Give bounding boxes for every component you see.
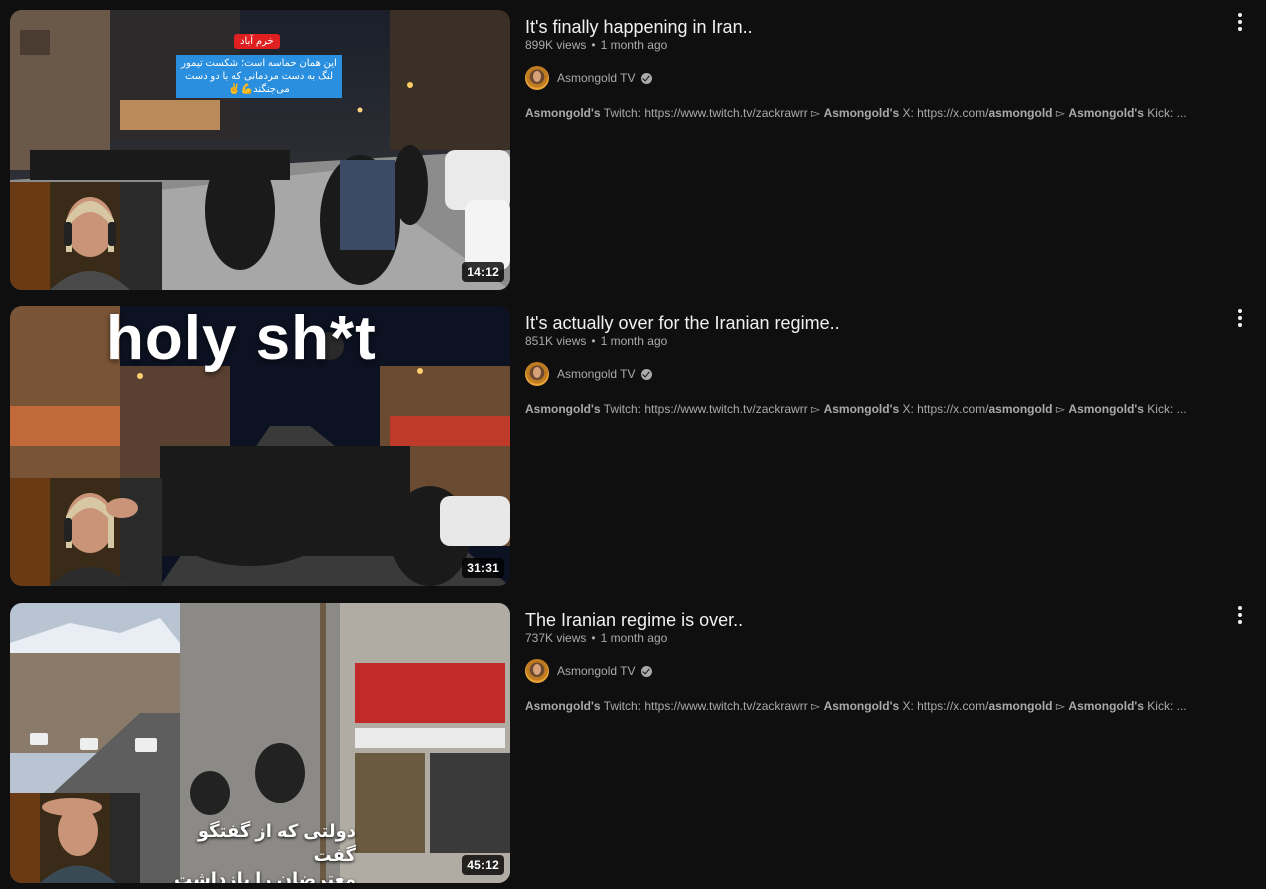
caption-line: دولتی که از گفتگو گفت xyxy=(197,821,356,865)
desc-text: X: https://x.com/ xyxy=(899,699,989,713)
video-stats: 899K views • 1 month ago xyxy=(525,38,667,52)
video-description-snippet: Asmongold's Twitch: https://www.twitch.t… xyxy=(525,106,1187,120)
streamer-camera-inset xyxy=(10,478,162,586)
desc-bold: Asmongold's xyxy=(1068,699,1144,713)
desc-text: Kick: ... xyxy=(1143,106,1187,120)
channel-name[interactable]: Asmongold TV xyxy=(557,664,636,678)
streamer-camera-inset xyxy=(10,793,140,883)
desc-bold: Asmongold's xyxy=(525,402,601,416)
desc-text: Twitch: https://www.twitch.tv/zackrawrr … xyxy=(600,402,824,416)
desc-bold: Asmongold's xyxy=(823,106,900,120)
video-result[interactable]: خرم آباد این همان حماسه است؛ شکست تیمور … xyxy=(10,10,1256,290)
video-result[interactable]: دولتی که از گفتگو گفت معترضان را بازداشت… xyxy=(10,603,1256,883)
video-thumbnail[interactable]: دولتی که از گفتگو گفت معترضان را بازداشت… xyxy=(10,603,510,883)
avatar[interactable] xyxy=(525,659,549,683)
desc-text: Kick: ... xyxy=(1143,699,1187,713)
desc-text: Kick: ... xyxy=(1143,402,1187,416)
separator-dot: • xyxy=(591,631,596,645)
location-label: خرم آباد xyxy=(234,34,280,49)
channel-link[interactable]: Asmongold TV xyxy=(525,66,652,90)
avatar[interactable] xyxy=(525,66,549,90)
verified-check-icon xyxy=(640,368,652,380)
separator-dot: • xyxy=(591,334,596,348)
caption-line: معترضان را بازداشت کرد xyxy=(174,869,356,883)
desc-text: Twitch: https://www.twitch.tv/zackrawrr … xyxy=(600,699,824,713)
thumbnail-caption: این همان حماسه است؛ شکست تیمور لنگ به دس… xyxy=(176,55,342,98)
duration-badge: 45:12 xyxy=(462,855,504,875)
desc-bold: asmongold xyxy=(988,106,1053,120)
duration-badge: 14:12 xyxy=(462,262,504,282)
video-thumbnail[interactable]: holy sh*t 31:31 xyxy=(10,306,510,586)
channel-link[interactable]: Asmongold TV xyxy=(525,362,652,386)
more-actions-icon[interactable] xyxy=(1228,603,1252,627)
avatar[interactable] xyxy=(525,362,549,386)
video-title[interactable]: It's actually over for the Iranian regim… xyxy=(525,310,840,336)
thumbnail-caption: دولتی که از گفتگو گفت معترضان را بازداشت… xyxy=(156,819,356,883)
upload-age: 1 month ago xyxy=(600,334,668,348)
desc-bold: Asmongold's xyxy=(823,402,900,416)
upload-age: 1 month ago xyxy=(600,38,668,52)
view-count: 899K views xyxy=(525,38,587,52)
desc-bold: Asmongold's xyxy=(823,699,900,713)
desc-text: ▻ xyxy=(1052,699,1069,713)
video-result[interactable]: holy sh*t 31:31 It's actually over for t… xyxy=(10,306,1256,586)
search-results: خرم آباد این همان حماسه است؛ شکست تیمور … xyxy=(0,0,1266,889)
desc-bold: asmongold xyxy=(988,699,1053,713)
channel-name[interactable]: Asmongold TV xyxy=(557,367,636,381)
desc-bold: Asmongold's xyxy=(1068,402,1144,416)
view-count: 737K views xyxy=(525,631,587,645)
desc-text: ▻ xyxy=(1052,106,1069,120)
video-title[interactable]: It's finally happening in Iran.. xyxy=(525,14,753,40)
video-thumbnail[interactable]: خرم آباد این همان حماسه است؛ شکست تیمور … xyxy=(10,10,510,290)
desc-bold: Asmongold's xyxy=(525,106,601,120)
video-title[interactable]: The Iranian regime is over.. xyxy=(525,607,743,633)
streamer-camera-inset xyxy=(10,182,162,290)
desc-bold: Asmongold's xyxy=(1068,106,1144,120)
verified-check-icon xyxy=(640,72,652,84)
channel-link[interactable]: Asmongold TV xyxy=(525,659,652,683)
video-description-snippet: Asmongold's Twitch: https://www.twitch.t… xyxy=(525,699,1187,713)
more-actions-icon[interactable] xyxy=(1228,10,1252,34)
thumbnail-headline: holy sh*t xyxy=(106,306,377,373)
verified-check-icon xyxy=(640,665,652,677)
video-stats: 737K views • 1 month ago xyxy=(525,631,667,645)
more-actions-icon[interactable] xyxy=(1228,306,1252,330)
desc-bold: asmongold xyxy=(988,402,1053,416)
video-stats: 851K views • 1 month ago xyxy=(525,334,667,348)
channel-name[interactable]: Asmongold TV xyxy=(557,71,636,85)
separator-dot: • xyxy=(591,38,596,52)
desc-bold: Asmongold's xyxy=(525,699,601,713)
desc-text: X: https://x.com/ xyxy=(899,106,989,120)
video-description-snippet: Asmongold's Twitch: https://www.twitch.t… xyxy=(525,402,1187,416)
desc-text: Twitch: https://www.twitch.tv/zackrawrr … xyxy=(600,106,824,120)
view-count: 851K views xyxy=(525,334,587,348)
duration-badge: 31:31 xyxy=(462,558,504,578)
upload-age: 1 month ago xyxy=(600,631,668,645)
desc-text: ▻ xyxy=(1052,402,1069,416)
desc-text: X: https://x.com/ xyxy=(899,402,989,416)
